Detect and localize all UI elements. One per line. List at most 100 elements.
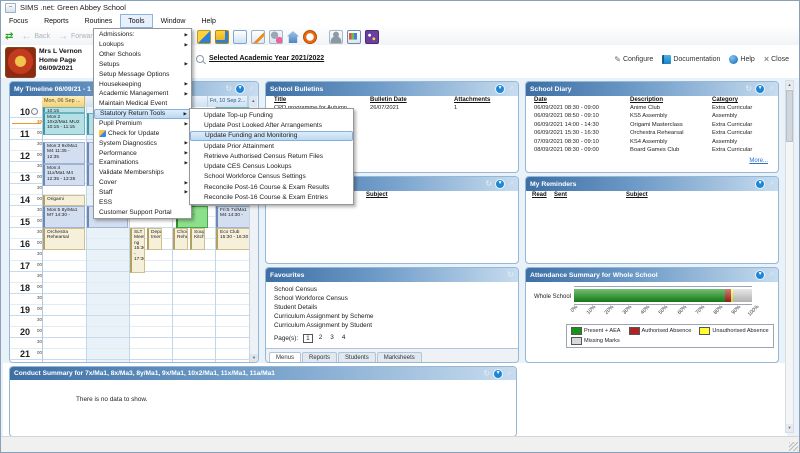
- favourites-tab[interactable]: Menus: [269, 352, 302, 362]
- diary-row[interactable]: 06/09/2021 08:50 - 09:10 KS5 Assembly As…: [526, 113, 778, 121]
- submenu-item[interactable]: Reconcile Post-16 Course & Exam Entries: [190, 192, 353, 202]
- column-header[interactable]: Read: [532, 192, 547, 198]
- timeline-event[interactable]: Eco Club 15:30 - 16:30: [216, 228, 251, 250]
- timeline-event[interactable]: Soup Kitche: [190, 228, 205, 250]
- page-number[interactable]: 3: [328, 334, 336, 343]
- refresh-icon[interactable]: ↻: [483, 369, 490, 378]
- chevron-down-icon[interactable]: ▼: [493, 368, 504, 379]
- tools-menu-item[interactable]: Cover ▶: [94, 178, 191, 188]
- chevron-down-icon[interactable]: ▼: [755, 270, 766, 280]
- tools-menu-item[interactable]: Staff ▶: [94, 188, 191, 198]
- submenu-item[interactable]: Update Funding and Monitoring: [190, 130, 353, 141]
- timeline-day-header[interactable]: Mon, 06 Sep ...: [42, 96, 85, 107]
- menubar-item[interactable]: Window: [153, 14, 194, 28]
- toolbar-icon[interactable]: [233, 30, 247, 44]
- tools-menu-item[interactable]: Customer Support Portal ▶: [94, 207, 191, 217]
- popout-icon[interactable]: ↗: [768, 271, 774, 279]
- menubar-item[interactable]: Routines: [77, 14, 121, 28]
- chevron-down-icon[interactable]: ▼: [235, 84, 246, 94]
- favourite-link[interactable]: Curriculum Assignment by Scheme: [274, 313, 373, 322]
- favourites-tab[interactable]: Reports: [302, 352, 338, 362]
- tools-menu-item[interactable]: Performance ▶: [94, 148, 191, 158]
- submenu-item[interactable]: Retrieve Authorised Census Return Files: [190, 151, 353, 161]
- favourite-link[interactable]: Student Details: [274, 304, 373, 313]
- timeline-event[interactable]: Orchestra Rehearsal: [43, 228, 85, 250]
- refresh-icon[interactable]: ↻: [745, 85, 752, 93]
- refresh-icon[interactable]: ↻: [485, 180, 492, 188]
- favourites-tab[interactable]: Students: [338, 352, 376, 362]
- timeline-event[interactable]: Depar tment: [147, 228, 162, 250]
- favourite-link[interactable]: Curriculum Assignment by Student: [274, 322, 373, 331]
- diary-row[interactable]: 07/09/2021 08:30 - 09:10 KS4 Assembly As…: [526, 139, 778, 147]
- chevron-down-icon[interactable]: ▼: [755, 179, 766, 189]
- tools-menu-item[interactable]: Admissions: ▶: [94, 30, 191, 40]
- timeline-event[interactable]: Mon:4 11x/Ma1 M4 12:35 - 13:35: [43, 163, 85, 186]
- close-button[interactable]: × Close: [764, 54, 789, 64]
- column-header[interactable]: Date: [534, 97, 547, 103]
- scroll-down-button[interactable]: ▼: [786, 424, 793, 432]
- tools-menu-item[interactable]: Pupil Premium ▶: [94, 119, 191, 129]
- page-scrollbar[interactable]: ▲ ▼: [785, 80, 794, 433]
- tools-menu-item[interactable]: Check for Update ▶: [94, 128, 191, 138]
- chevron-down-icon[interactable]: ▼: [755, 84, 766, 94]
- toolbar-icon[interactable]: [365, 30, 379, 44]
- configure-button[interactable]: ✎ Configure: [614, 55, 653, 64]
- tools-menu-item[interactable]: Other Schools ▶: [94, 50, 191, 60]
- favourite-link[interactable]: School Census: [274, 286, 373, 295]
- toolbar-icon[interactable]: [251, 30, 265, 44]
- chevron-down-icon[interactable]: ▼: [495, 179, 506, 189]
- column-header[interactable]: Title: [274, 97, 286, 103]
- timeline-event[interactable]: Choir Rehe: [173, 228, 188, 250]
- submenu-item[interactable]: Update Top-up Funding: [190, 110, 353, 120]
- page-number[interactable]: 4: [340, 334, 348, 343]
- favourites-tab[interactable]: Marksheets: [376, 352, 422, 362]
- toolbar-icon[interactable]: [329, 30, 343, 44]
- academic-year-link[interactable]: Selected Academic Year 2021/2022: [209, 55, 324, 62]
- column-header[interactable]: Description: [630, 97, 663, 103]
- diary-row[interactable]: 06/09/2021 14:00 - 14:30 Origami Masterc…: [526, 122, 778, 130]
- diary-row[interactable]: 06/09/2021 15:30 - 16:30 Orchestra Rehea…: [526, 130, 778, 138]
- scrollbar-thumb[interactable]: [786, 90, 793, 142]
- submenu-item[interactable]: Update Prior Attainment: [190, 141, 353, 151]
- scroll-up-button[interactable]: ▲: [248, 96, 258, 107]
- favourite-link[interactable]: School Workforce Census: [274, 295, 373, 304]
- timeline-event[interactable]: Fri:5 7x/Ma1 M4 14:30 -: [216, 206, 251, 228]
- tools-menu-item[interactable]: Setup Message Options ▶: [94, 69, 191, 79]
- popout-icon[interactable]: ↗: [768, 85, 774, 93]
- more-link[interactable]: More...: [749, 158, 768, 164]
- popout-icon[interactable]: ↗: [768, 180, 774, 188]
- submenu-item[interactable]: School Workforce Census Settings: [190, 172, 353, 182]
- submenu-item[interactable]: Update CES Census Lookups: [190, 161, 353, 171]
- timeline-event[interactable]: SLT Meeti ng 15:30 - 17:30: [130, 228, 145, 273]
- submenu-item[interactable]: Reconcile Post-16 Course & Exam Results: [190, 182, 353, 192]
- refresh-icon[interactable]: ⇄: [5, 31, 13, 42]
- toolbar-icon[interactable]: [269, 30, 283, 44]
- timeline-event[interactable]: Mon:3 9x/Ma1 M4 11:35 - 12:35: [43, 141, 85, 164]
- page-number[interactable]: 1: [303, 334, 313, 343]
- resize-grip[interactable]: [789, 442, 798, 451]
- submenu-item[interactable]: Update Post Looked After Arrangements: [190, 120, 353, 130]
- timeline-day-header[interactable]: Fri, 10 Sep 2...: [208, 96, 249, 107]
- page-number[interactable]: 2: [317, 334, 325, 343]
- popout-icon[interactable]: ↗: [508, 85, 514, 93]
- column-header[interactable]: Bulletin Date: [370, 97, 407, 103]
- tools-menu-item[interactable]: Validate Memberships ▶: [94, 168, 191, 178]
- toolbar-icon[interactable]: [215, 30, 229, 44]
- column-header[interactable]: Subject: [626, 192, 648, 198]
- toolbar-icon[interactable]: [303, 30, 317, 44]
- popout-icon[interactable]: ↗: [248, 85, 254, 93]
- tools-menu-item[interactable]: Academic Management ▶: [94, 89, 191, 99]
- popout-icon[interactable]: ↗: [506, 370, 512, 378]
- forward-button[interactable]: → Forward: [58, 31, 97, 42]
- toolbar-icon[interactable]: [197, 30, 211, 44]
- tools-menu-item[interactable]: System Diagnostics ▶: [94, 138, 191, 148]
- menubar-item[interactable]: Help: [193, 14, 223, 28]
- documentation-button[interactable]: Documentation: [662, 54, 720, 64]
- tools-menu-item[interactable]: Lookups ▶: [94, 40, 191, 50]
- menubar-item[interactable]: Focus: [1, 14, 36, 28]
- menubar-item[interactable]: Reports: [36, 14, 77, 28]
- toolbar-icon[interactable]: [347, 30, 361, 44]
- popout-icon[interactable]: ↗: [508, 180, 514, 188]
- column-header[interactable]: Subject: [366, 192, 388, 198]
- diary-row[interactable]: 08/09/2021 08:30 - 09:00 Board Games Clu…: [526, 147, 778, 155]
